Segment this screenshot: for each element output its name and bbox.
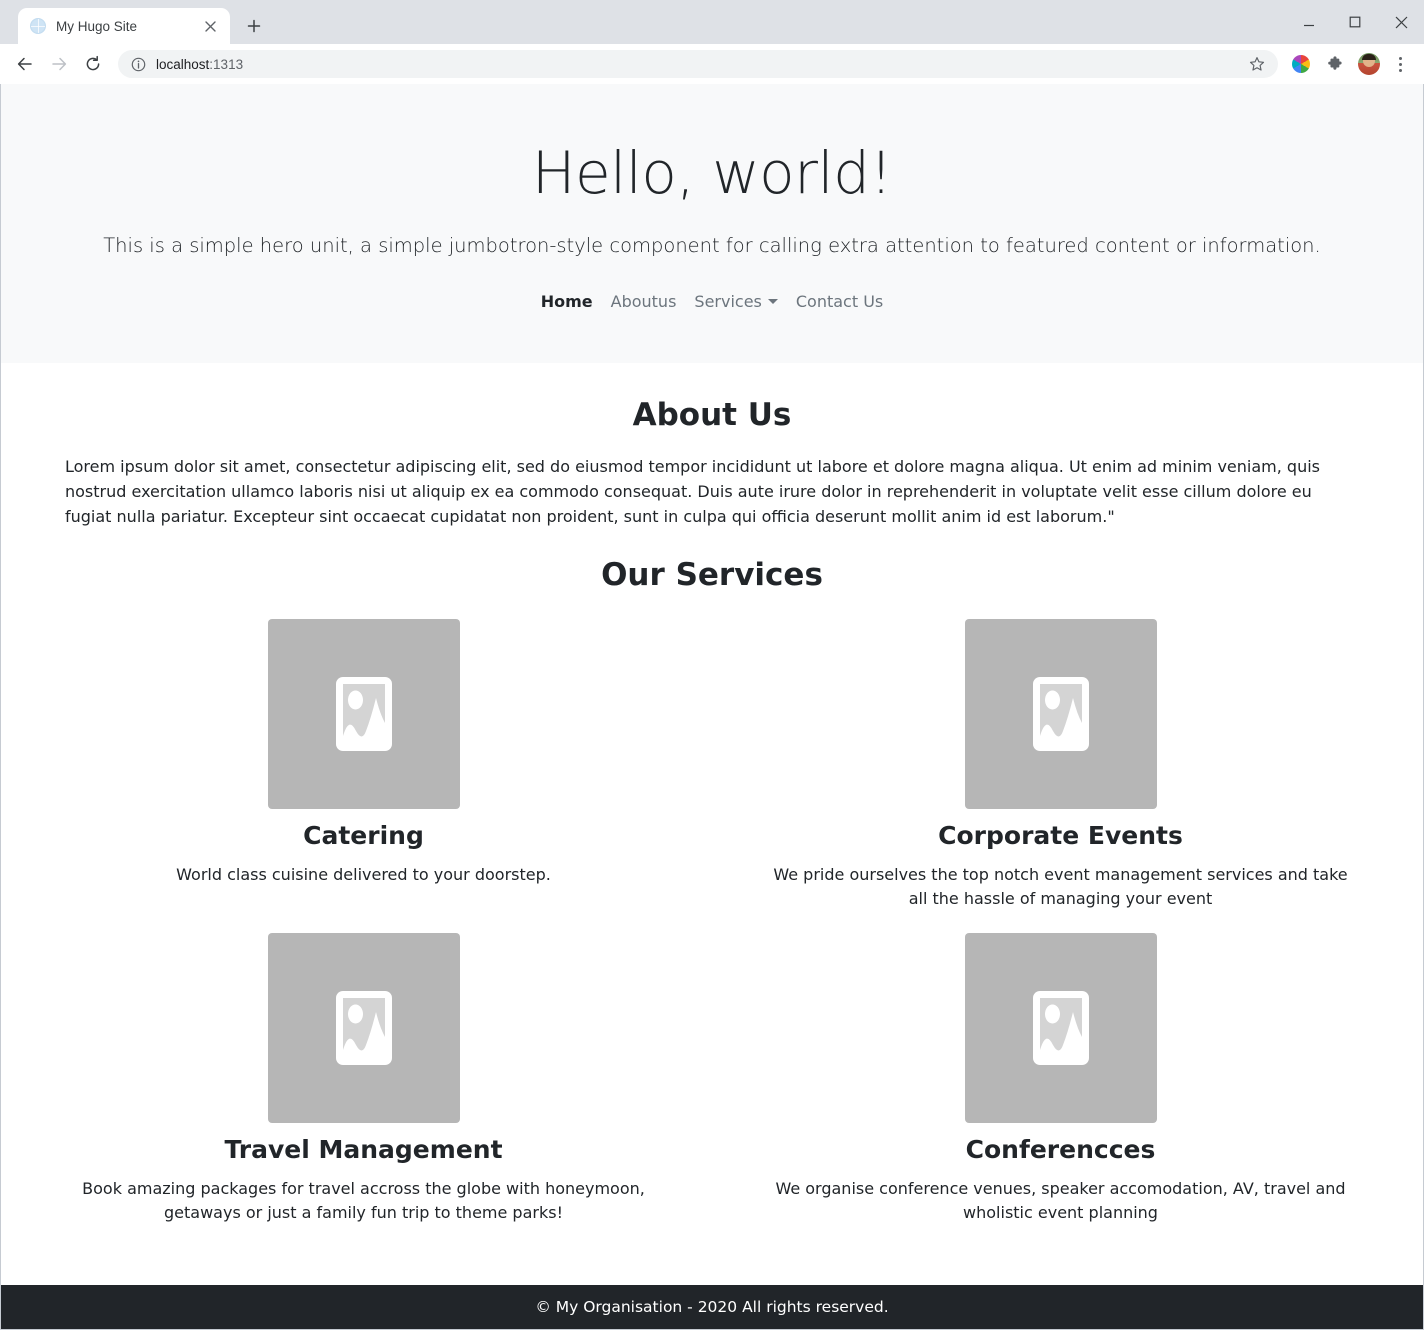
broken-image-placeholder-icon — [965, 619, 1157, 809]
service-card-conferencces: Conferencces We organise conference venu… — [712, 933, 1409, 1247]
browser-window: My Hugo Site — [0, 0, 1424, 1330]
window-close-icon[interactable] — [1378, 0, 1424, 44]
maximize-icon[interactable] — [1332, 0, 1378, 44]
hero-lead-text: This is a simple hero unit, a simple jum… — [25, 231, 1399, 260]
browser-tab-strip: My Hugo Site — [0, 0, 1424, 44]
our-services-heading: Our Services — [15, 557, 1409, 593]
nav-link-aboutus-label: Aboutus — [611, 292, 677, 311]
services-grid: Catering World class cuisine delivered t… — [15, 619, 1409, 1247]
service-description: Book amazing packages for travel accross… — [75, 1177, 652, 1225]
globe-favicon — [30, 18, 46, 34]
new-tab-button[interactable] — [240, 12, 268, 40]
browser-toolbar: localhost:1313 — [0, 44, 1424, 84]
service-title: Catering — [75, 821, 652, 851]
info-circle-icon[interactable] — [130, 56, 146, 72]
browser-tab-title: My Hugo Site — [56, 19, 200, 34]
service-description: We organise conference venues, speaker a… — [772, 1177, 1349, 1225]
service-title: Travel Management — [75, 1135, 652, 1165]
chevron-down-icon — [768, 299, 778, 304]
service-description: We pride ourselves the top notch event m… — [772, 863, 1349, 911]
nav-link-home-label: Home — [541, 292, 593, 311]
broken-image-placeholder-icon — [965, 933, 1157, 1123]
broken-image-placeholder-icon — [268, 933, 460, 1123]
color-wheel-extension-icon[interactable] — [1284, 47, 1318, 81]
about-us-body: Lorem ipsum dolor sit amet, consectetur … — [15, 455, 1409, 529]
toolbar-actions — [1284, 47, 1414, 81]
address-bar[interactable]: localhost:1313 — [118, 50, 1278, 78]
service-card-corporate-events: Corporate Events We pride ourselves the … — [712, 619, 1409, 933]
service-title: Conferencces — [772, 1135, 1349, 1165]
nav-link-contact-us[interactable]: Contact Us — [787, 292, 892, 311]
hero-section: Hello, world! This is a simple hero unit… — [1, 84, 1423, 363]
service-title: Corporate Events — [772, 821, 1349, 851]
address-bar-port: :1313 — [209, 57, 243, 72]
main-content: About Us Lorem ipsum dolor sit amet, con… — [1, 363, 1423, 1285]
address-bar-text: localhost:1313 — [156, 57, 1242, 72]
nav-link-services-label: Services — [694, 292, 761, 311]
main-navigation: Home Aboutus Services Contact Us — [25, 292, 1399, 311]
reload-icon[interactable] — [76, 47, 110, 81]
profile-avatar[interactable] — [1352, 47, 1386, 81]
nav-link-home[interactable]: Home — [532, 292, 602, 311]
broken-image-placeholder-icon — [268, 619, 460, 809]
forward-arrow-icon[interactable] — [42, 47, 76, 81]
nav-link-services[interactable]: Services — [685, 292, 786, 311]
site-footer: © My Organisation - 2020 All rights rese… — [1, 1285, 1423, 1329]
browser-tab[interactable]: My Hugo Site — [18, 8, 230, 44]
about-us-heading: About Us — [15, 397, 1409, 433]
minimize-icon[interactable] — [1286, 0, 1332, 44]
nav-link-aboutus[interactable]: Aboutus — [602, 292, 686, 311]
star-icon[interactable] — [1242, 49, 1272, 79]
address-bar-host: localhost — [156, 57, 209, 72]
puzzle-piece-icon[interactable] — [1318, 47, 1352, 81]
close-icon[interactable] — [200, 16, 220, 36]
back-arrow-icon[interactable] — [8, 47, 42, 81]
service-description: World class cuisine delivered to your do… — [75, 863, 652, 887]
service-card-travel-management: Travel Management Book amazing packages … — [15, 933, 712, 1247]
window-controls — [1286, 0, 1424, 44]
nav-link-contact-us-label: Contact Us — [796, 292, 883, 311]
page-title: Hello, world! — [25, 140, 1399, 207]
three-dot-menu-icon[interactable] — [1386, 49, 1414, 79]
page-viewport: Hello, world! This is a simple hero unit… — [0, 84, 1424, 1330]
service-card-catering: Catering World class cuisine delivered t… — [15, 619, 712, 933]
